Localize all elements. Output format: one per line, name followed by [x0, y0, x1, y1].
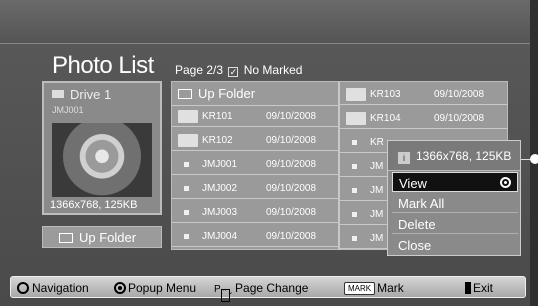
drive-name: Drive 1 [70, 87, 112, 102]
up-folder-button[interactable]: Up Folder [42, 226, 162, 248]
list-item-name: KR101 [202, 111, 233, 122]
checkbox-icon: ✓ [228, 67, 239, 77]
popup-item-label: View [399, 176, 427, 191]
list-item-name: KR103 [370, 89, 401, 100]
mark-key-icon: MARK [344, 282, 376, 295]
help-bar: Navigation Popup Menu P⌃⌄ Page Change MA… [10, 276, 526, 302]
list-item-date: 09/10/2008 [434, 113, 485, 124]
list-item-name: KR104 [370, 113, 401, 124]
list-item-name: KR102 [202, 135, 233, 146]
popup-item-label: Mark All [398, 196, 445, 211]
popup-item-delete[interactable]: Delete [392, 214, 518, 234]
list-item-name: JMJ003 [202, 207, 238, 218]
popup-item-label: Delete [398, 217, 436, 232]
list-item-date: 09/10/2008 [266, 207, 317, 218]
popup-info: i 1366x768, 125KB [388, 141, 520, 171]
page-info: Page 2/3 ✓ No Marked [175, 63, 302, 77]
popup-info-text: 1366x768, 125KB [416, 149, 512, 163]
photo-file-icon [184, 234, 189, 239]
list-item[interactable]: KR101 09/10/2008 [172, 106, 338, 127]
help-navigation-label: Navigation [32, 281, 89, 295]
list-item-name: JMJ004 [202, 231, 238, 242]
radio-selected-icon [500, 177, 511, 188]
folder-icon [346, 112, 366, 125]
photo-file-icon [352, 164, 357, 169]
help-mark-label: Mark [377, 281, 404, 295]
popup-item-mark-all[interactable]: Mark All [392, 193, 518, 213]
ok-button-icon [114, 282, 126, 294]
list-column-left: KR101 09/10/2008 KR102 09/10/2008 JMJ001 09/1… [172, 82, 338, 250]
photo-file-icon [352, 236, 357, 241]
info-icon: i [398, 152, 410, 164]
list-item-date: 09/10/2008 [266, 159, 317, 170]
photo-list-screen: Photo List Page 2/3 ✓ No Marked Drive 1 … [0, 0, 538, 306]
popup-item-view[interactable]: View [392, 172, 518, 192]
right-edge [530, 0, 538, 306]
folder-icon [178, 110, 198, 123]
preview-resolution: 1366x768, 125KB [50, 199, 138, 211]
list-item-date: 09/10/2008 [266, 183, 317, 194]
list-item[interactable]: JMJ003 09/10/2008 [172, 202, 338, 223]
page-key-icon: P⌃⌄ [214, 284, 233, 302]
list-item-date: 09/10/2008 [266, 111, 317, 122]
photo-file-icon [184, 210, 189, 215]
page-title: Photo List [52, 52, 154, 79]
dpad-icon [17, 282, 29, 294]
popup-item-close[interactable]: Close [392, 235, 518, 255]
preview-filename: JMJ001 [52, 105, 84, 115]
list-item-name: KR [370, 137, 384, 148]
list-item-date: 09/10/2008 [266, 135, 317, 146]
list-item-name: JMJ001 [202, 159, 238, 170]
list-item-name: JM [370, 161, 384, 172]
list-item[interactable]: KR104 09/10/2008 [340, 108, 508, 129]
list-item-name: JM [370, 185, 384, 196]
list-item[interactable]: KR102 09/10/2008 [172, 130, 338, 151]
folder-icon [346, 88, 366, 101]
list-item[interactable]: JMJ001 09/10/2008 [172, 154, 338, 175]
help-popup-menu: Popup Menu [114, 281, 196, 295]
preview-panel: Drive 1 JMJ001 1366x768, 125KB [42, 81, 162, 215]
list-item-date: 09/10/2008 [266, 231, 317, 242]
list-item[interactable]: JMJ002 09/10/2008 [172, 178, 338, 199]
page-number: Page 2/3 [175, 63, 224, 77]
photo-file-icon [184, 162, 189, 167]
photo-file-icon [352, 188, 357, 193]
list-item[interactable]: JMJ004 09/10/2008 [172, 226, 338, 247]
list-item-name: JM [370, 209, 384, 220]
popup-item-label: Close [398, 238, 432, 253]
list-item-date: 09/10/2008 [434, 89, 485, 100]
list-item-name: JMJ002 [202, 183, 238, 194]
help-exit-label: Exit [473, 281, 494, 295]
exit-icon [465, 282, 471, 294]
list-item[interactable]: KR103 09/10/2008 [340, 84, 508, 105]
marked-status: No Marked [243, 63, 303, 77]
photo-file-icon [352, 140, 357, 145]
up-folder-label: Up Folder [79, 230, 137, 245]
photo-file-icon [184, 186, 189, 191]
help-navigation: Navigation [17, 281, 89, 295]
photo-file-icon [352, 212, 357, 217]
folder-icon [178, 134, 198, 147]
popup-menu: i 1366x768, 125KB View Mark All Delete Cl… [387, 140, 521, 256]
help-mark: MARK Mark [344, 281, 404, 295]
help-exit: Exit [465, 281, 493, 295]
photo-thumbnail [52, 123, 152, 197]
help-popup-label: Popup Menu [128, 281, 197, 295]
help-page-label: Page Change [235, 281, 309, 295]
help-page-change: P⌃⌄ Page Change [214, 281, 308, 302]
list-item-name: JM [370, 233, 384, 244]
popup-anchor-dot [530, 154, 538, 164]
drive-label: Drive 1 [52, 87, 111, 102]
top-bar [0, 0, 538, 44]
folder-up-icon [59, 233, 73, 243]
folder-icon [52, 90, 64, 98]
